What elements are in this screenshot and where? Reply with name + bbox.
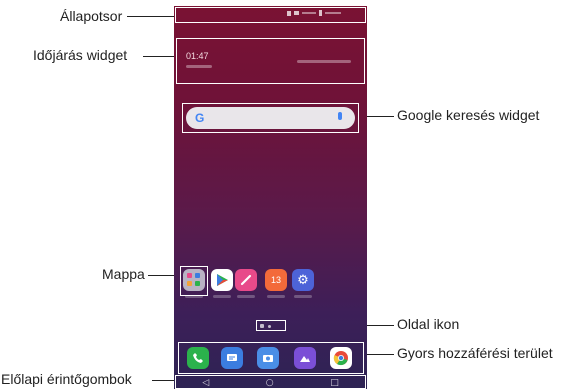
app-label-settings — [294, 295, 312, 298]
folder-highlight — [180, 266, 208, 296]
callout-status-bar: Állapotsor — [60, 8, 123, 24]
callout-quick-access-area: Gyors hozzáférési terület — [397, 345, 553, 361]
callout-line-quick-access-area — [364, 354, 394, 355]
callout-weather-widget: Időjárás widget — [33, 47, 128, 63]
weather-widget-highlight — [176, 38, 365, 84]
home-touch-buttons-highlight — [175, 375, 366, 389]
home-screen: 01:47 G 13 ⚙ ◁ ○ □ — [174, 6, 367, 389]
app-label-calendar — [267, 295, 285, 298]
pen-app-icon[interactable] — [235, 269, 257, 291]
callout-google-search-widget: Google keresés widget — [397, 107, 540, 123]
quick-access-highlight — [178, 342, 364, 374]
app-label-folder — [185, 295, 203, 298]
callout-page-icon: Oldal ikon — [397, 316, 460, 332]
callout-line-weather-widget — [143, 56, 178, 57]
google-search-highlight — [182, 103, 359, 133]
app-label-play-store — [213, 295, 231, 298]
calendar-day-text: 13 — [270, 275, 281, 285]
app-label-pen — [237, 295, 255, 298]
callout-folder: Mappa — [102, 266, 145, 282]
settings-gear-icon[interactable]: ⚙ — [292, 269, 314, 291]
calendar-icon[interactable]: 13 — [265, 269, 287, 291]
status-bar-highlight — [175, 7, 366, 23]
play-store-icon[interactable] — [211, 269, 233, 291]
callout-line-status-bar — [127, 16, 174, 17]
callout-home-touch-buttons: Előlapi érintőgombok — [1, 371, 132, 387]
callout-line-home-touch-buttons — [152, 380, 176, 381]
page-indicator-highlight — [256, 320, 286, 331]
